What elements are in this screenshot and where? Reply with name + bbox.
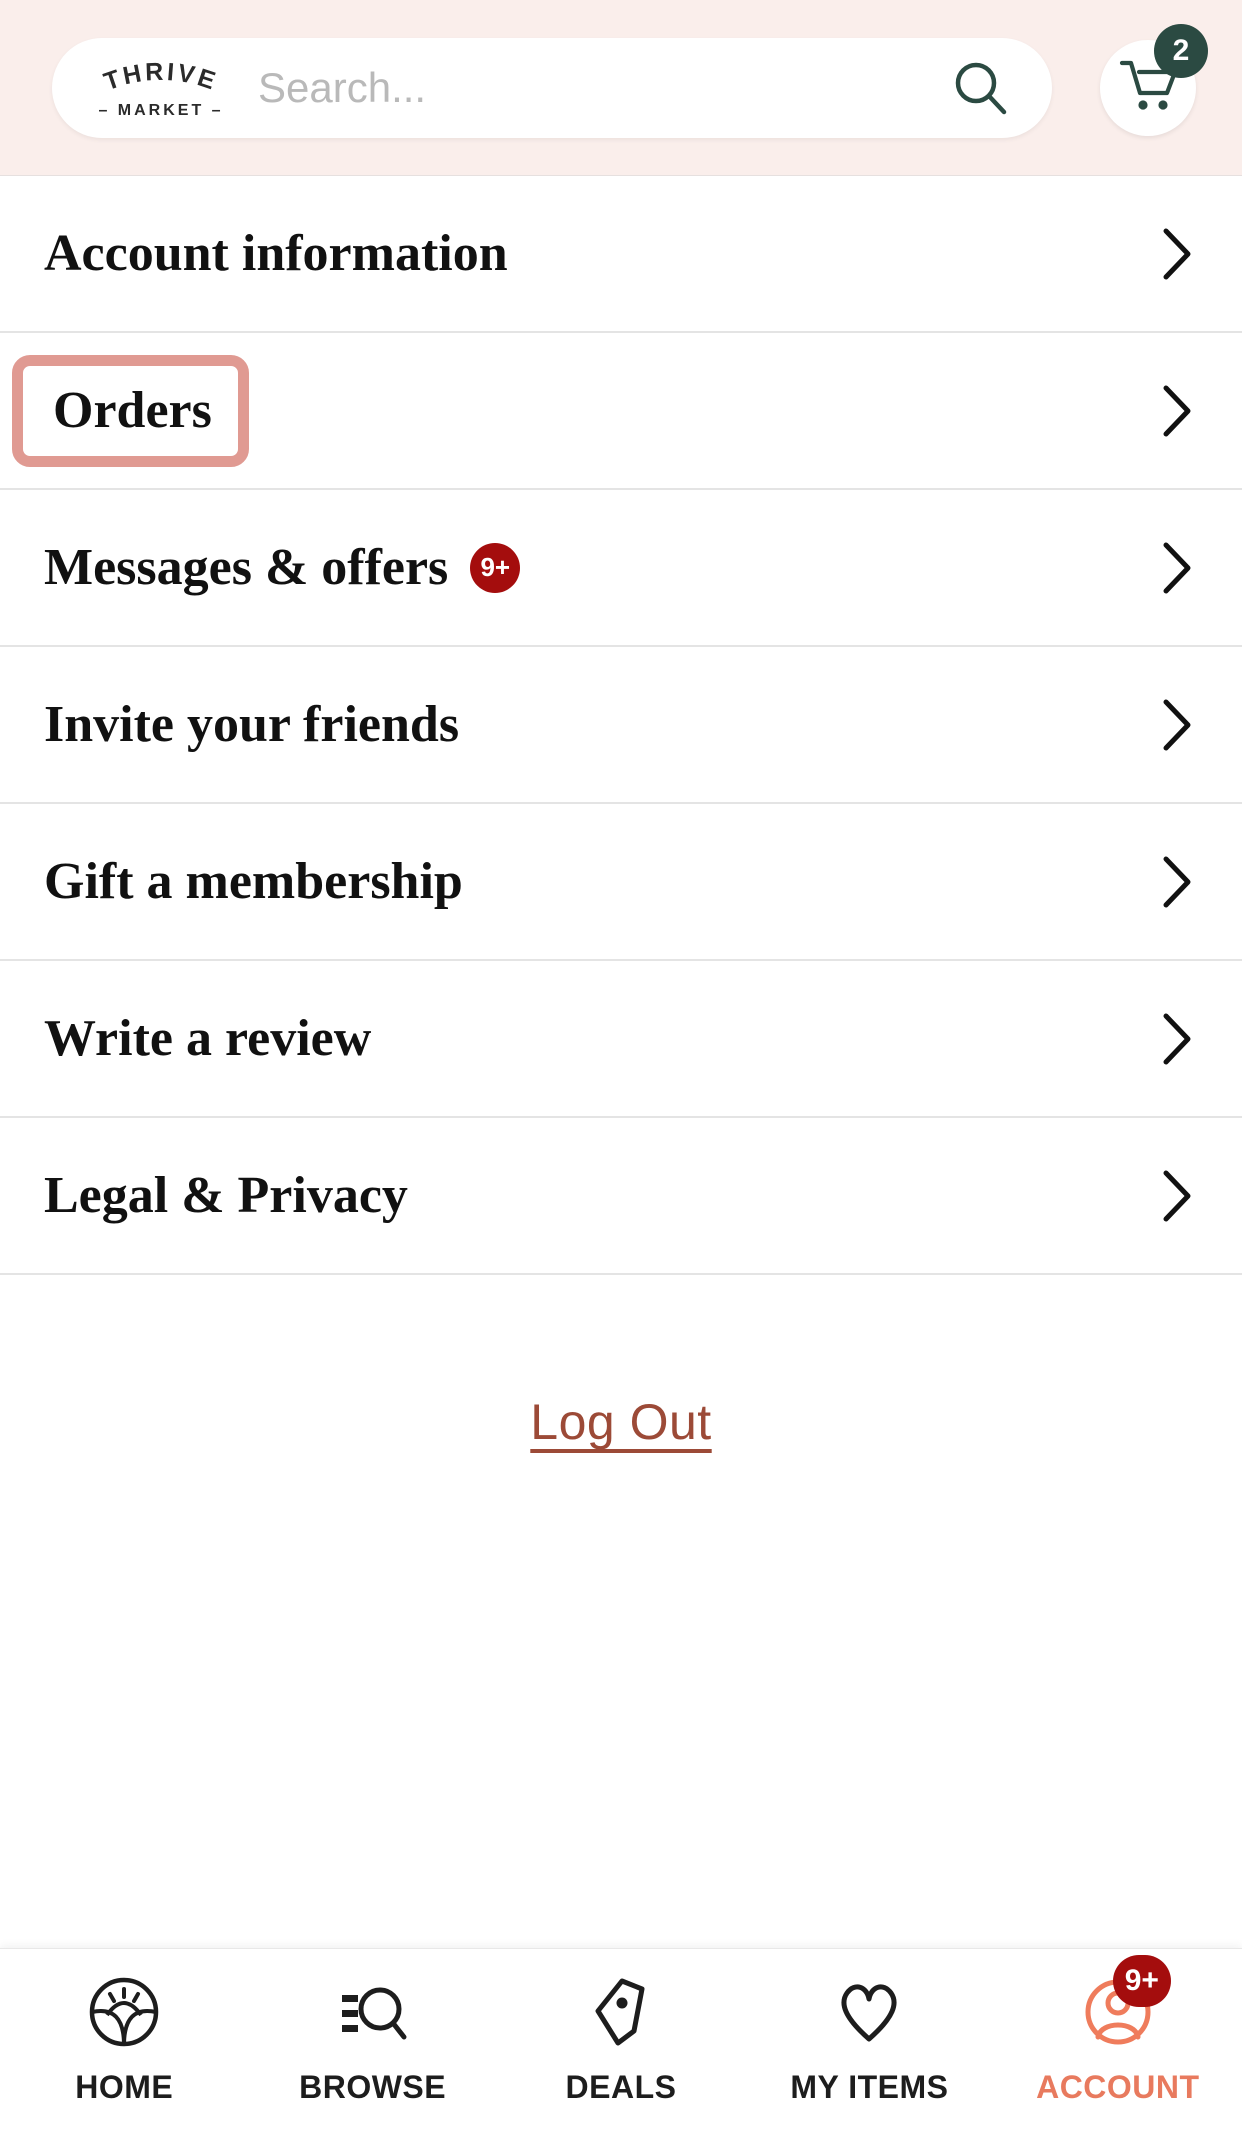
menu-item-messages-and-offers[interactable]: Messages & offers 9+ [0,490,1242,647]
menu-item-content: Account information [44,224,508,282]
menu-item-content: Write a review [44,1009,372,1067]
app-header: THRIVE – MARKET – Search... 2 [0,0,1242,176]
menu-item-label: Legal & Privacy [44,1166,408,1224]
menu-item-legal-and-privacy[interactable]: Legal & Privacy [0,1118,1242,1275]
menu-item-label: Orders [53,381,212,439]
menu-item-label: Messages & offers [44,538,449,596]
account-unread-badge: 9+ [1112,1955,1171,2007]
nav-item-browse[interactable]: BROWSE [248,1975,496,2106]
tag-icon [584,1975,658,2054]
menu-item-label: Gift a membership [44,852,463,910]
nav-icon-wrapper [81,1975,167,2053]
nav-icon-wrapper [826,1975,912,2053]
menu-item-content: Invite your friends [44,695,460,753]
account-screen: THRIVE – MARKET – Search... 2 Account in… [0,0,1242,2134]
nav-item-label: HOME [75,2069,174,2105]
menu-item-content: Gift a membership [44,852,463,910]
nav-icon-wrapper [330,1975,416,2053]
nav-item-label: ACCOUNT [1036,2069,1200,2105]
messages-unread-badge: 9+ [470,542,521,593]
menu-item-account-information[interactable]: Account information [0,176,1242,333]
thrive-market-logo: THRIVE – MARKET – [86,57,236,119]
menu-item-label: Write a review [44,1009,372,1067]
logout-section: Log Out [0,1275,1242,1948]
menu-item-invite-your-friends[interactable]: Invite your friends [0,647,1242,804]
menu-item-label: Invite your friends [44,695,460,753]
nav-icon-wrapper [578,1975,664,2053]
search-icon[interactable] [950,57,1012,119]
nav-item-my-items[interactable]: MY ITEMS [745,1975,993,2106]
nav-item-home[interactable]: HOME [0,1975,248,2106]
nav-item-account[interactable]: 9+ ACCOUNT [994,1955,1242,2106]
search-input[interactable] [250,63,950,112]
search-bar[interactable]: THRIVE – MARKET – [52,37,1052,138]
svg-text:– MARKET –: – MARKET – [98,102,223,119]
chevron-right-icon [1154,223,1198,285]
menu-item-write-a-review[interactable]: Write a review [0,961,1242,1118]
nav-item-label: MY ITEMS [790,2069,949,2105]
chevron-right-icon [1154,1008,1198,1070]
chevron-right-icon [1154,537,1198,599]
menu-item-content: Messages & offers 9+ [44,538,521,596]
menu-item-gift-a-membership[interactable]: Gift a membership [0,804,1242,961]
cart-count-badge: 2 [1154,23,1208,78]
chevron-right-icon [1154,694,1198,756]
nav-item-label: BROWSE [299,2069,447,2105]
chevron-right-icon [1154,1165,1198,1227]
list-search-icon [336,1975,410,2054]
nav-icon-wrapper: 9+ [1075,1955,1171,2053]
menu-item-content-highlighted: Orders [12,354,249,467]
chevron-right-icon [1154,851,1198,913]
logout-link[interactable]: Log Out [530,1393,711,1451]
menu-item-content: Legal & Privacy [44,1166,408,1224]
sunrise-plant-icon [87,1975,161,2054]
nav-item-deals[interactable]: DEALS [497,1975,745,2106]
menu-item-orders[interactable]: Orders [0,333,1242,490]
account-menu-list: Account information Orders Messages & of… [0,176,1242,1948]
svg-text:THRIVE: THRIVE [100,57,221,96]
menu-item-label: Account information [44,224,508,282]
heart-icon [832,1975,906,2054]
cart-button-wrapper: 2 [1100,23,1208,136]
bottom-navigation-bar: HOME BROWSE DEALS MY ITEMS 9+ ACCOUNT [0,1948,1242,2134]
nav-item-label: DEALS [565,2069,677,2105]
chevron-right-icon [1154,380,1198,442]
